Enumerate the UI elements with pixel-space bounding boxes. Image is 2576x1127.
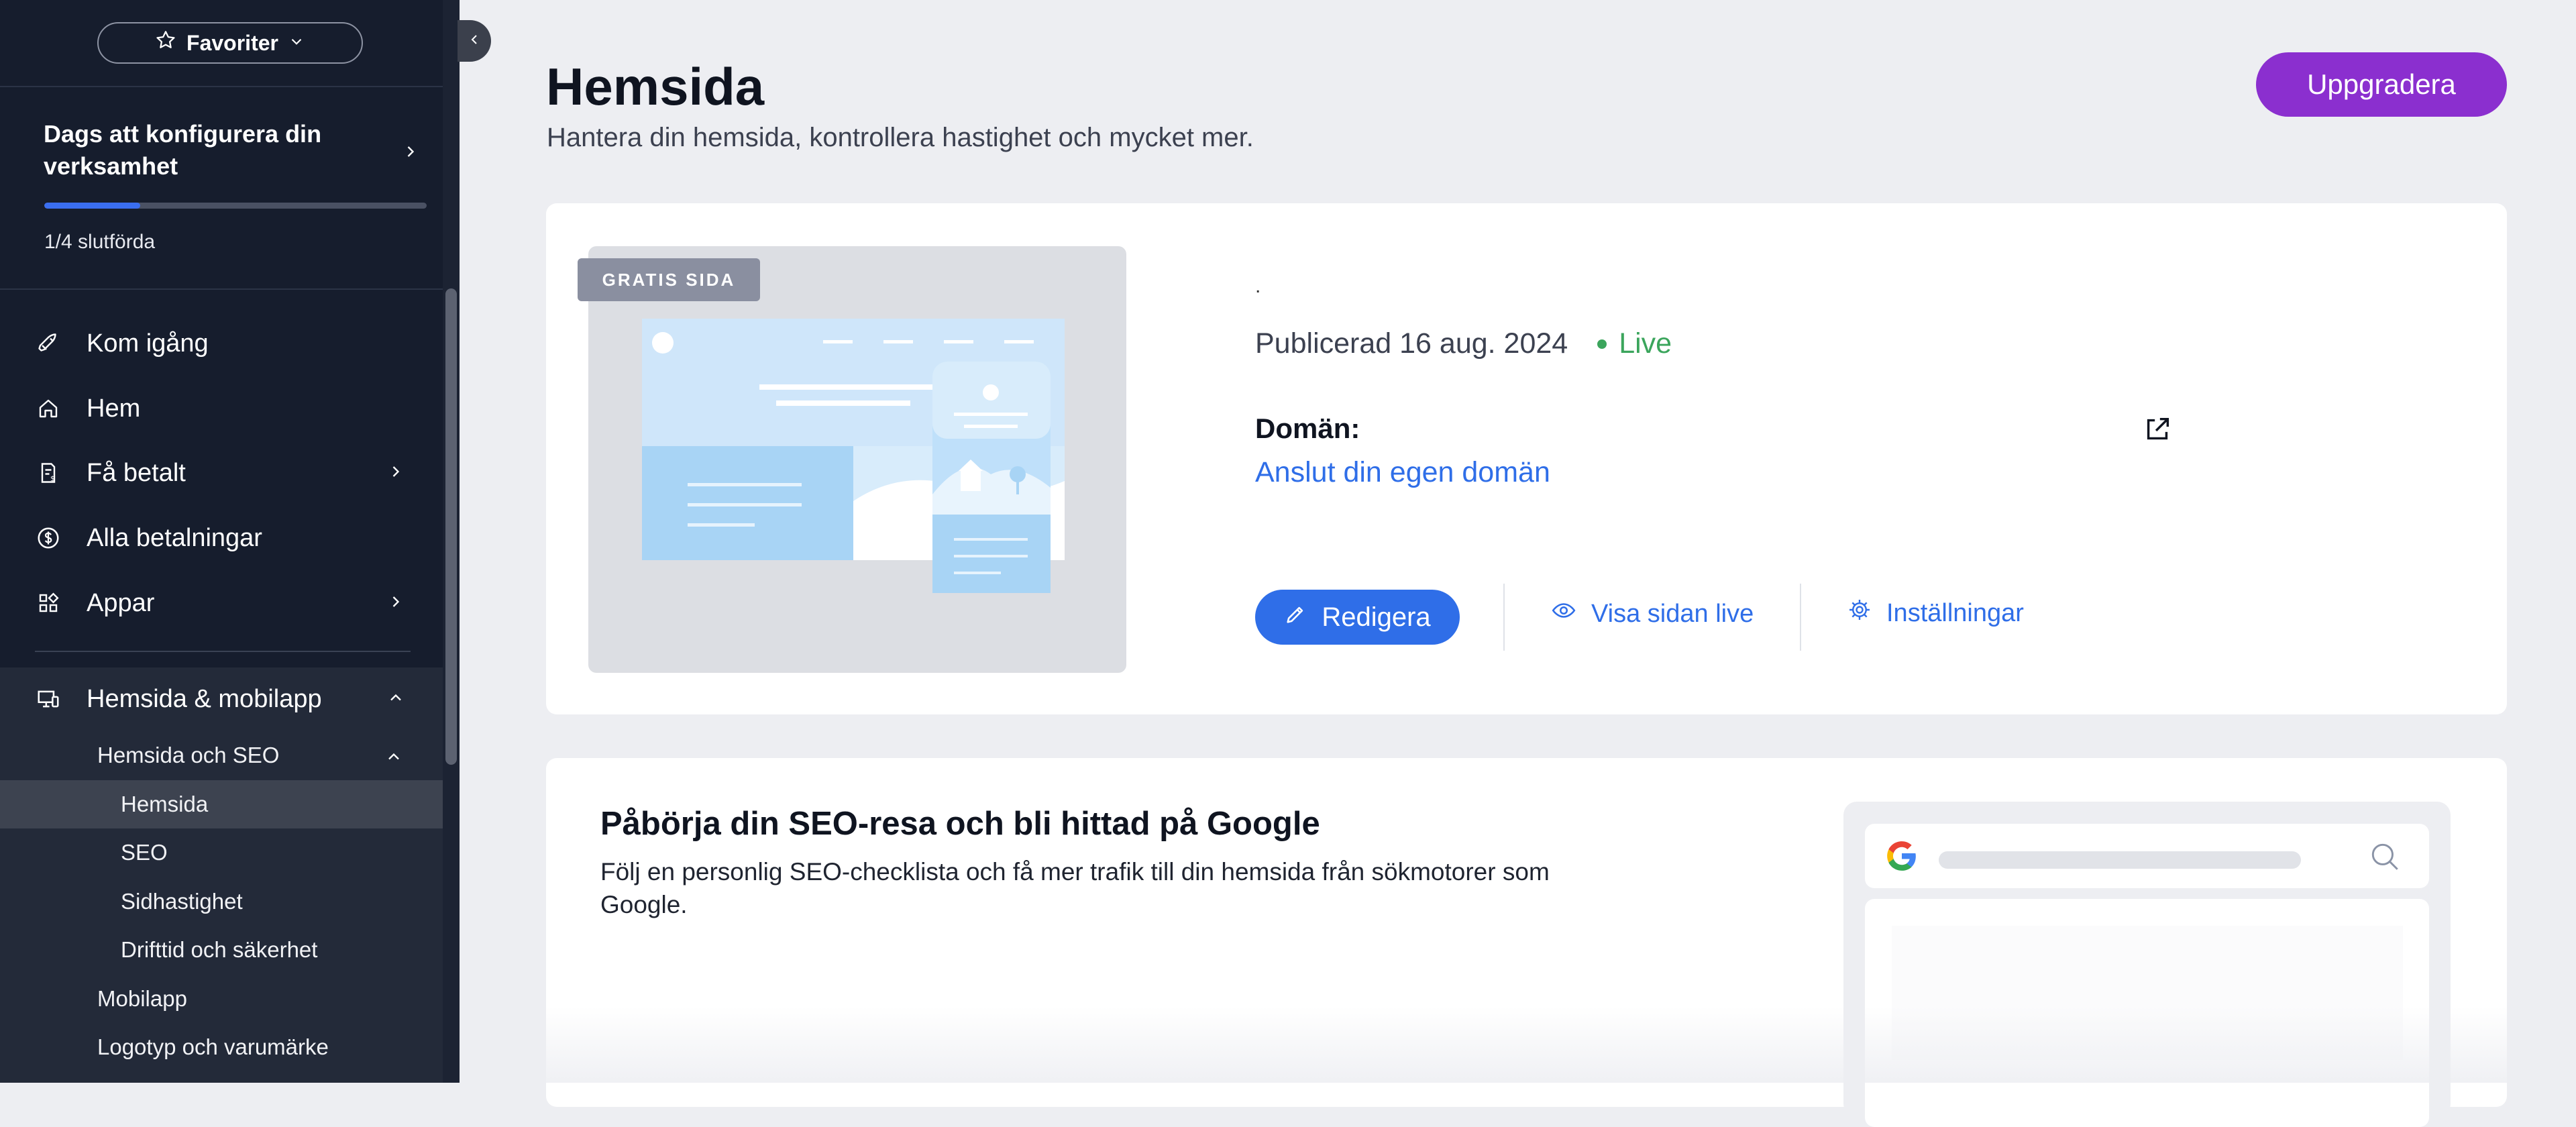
page-title: Hemsida: [546, 57, 765, 116]
sidebar-item-label: Appar: [87, 588, 155, 617]
action-divider: [1503, 584, 1505, 651]
sidebar-scrollbar-thumb[interactable]: [445, 288, 457, 765]
upgrade-button[interactable]: Uppgradera: [2256, 52, 2507, 117]
sidebar-item-hem[interactable]: Hem: [0, 376, 443, 441]
home-icon: [35, 395, 62, 422]
settings-label: Inställningar: [1886, 598, 2024, 627]
site-illustration: [642, 319, 1065, 593]
gear-icon: [1847, 598, 1872, 629]
setup-progress-panel[interactable]: Dags att konfigurera din verksamhet 1/4 …: [0, 89, 460, 290]
invoice-icon: $: [35, 460, 62, 486]
sidebar-item-label: Drifttid och säkerhet: [121, 937, 318, 962]
favorites-bar: Favoriter: [0, 0, 460, 87]
sidebar: Favoriter Dags att konfigurera din verks…: [0, 0, 460, 1083]
site-card: GRATIS SIDA . Publicerad 16 aug. 2024 Li…: [546, 203, 2507, 714]
site-name: .: [1255, 275, 1261, 297]
rocket-icon: [35, 330, 62, 357]
edit-label: Redigera: [1322, 602, 1431, 632]
mock-search-placeholder-bar: [1939, 851, 2301, 869]
published-date: Publicerad 16 aug. 2024: [1255, 327, 1568, 360]
sidebar-item-label: Hem: [87, 394, 141, 423]
favorites-label: Favoriter: [186, 30, 278, 55]
sidebar-item-label: Få betalt: [87, 458, 186, 487]
setup-progress-bar: [44, 203, 427, 209]
seo-description: Följ en personlig SEO-checklista och få …: [600, 858, 1550, 918]
chevron-down-icon: [288, 31, 305, 56]
chevron-right-icon: [386, 462, 405, 484]
setup-count: 1/4 slutförda: [44, 231, 156, 253]
publish-status: Publicerad 16 aug. 2024 Live: [1255, 327, 1672, 360]
mock-search-bar: [1865, 824, 2429, 888]
sidebar-item-label: Alla betalningar: [87, 523, 262, 552]
action-divider: [1800, 584, 1801, 651]
site-preview-thumbnail[interactable]: [588, 246, 1126, 673]
sidebar-item-appar[interactable]: Appar: [0, 571, 443, 635]
setup-title: Dags att konfigurera din verksamhet: [44, 120, 322, 180]
page-subtitle: Hantera din hemsida, kontrollera hastigh…: [547, 123, 1254, 152]
chevron-up-icon: [386, 688, 405, 710]
sidebar-item-sidhastighet[interactable]: Sidhastighet: [0, 877, 443, 926]
sidebar-item-drifttid[interactable]: Drifttid och säkerhet: [0, 926, 443, 974]
eye-icon: [1551, 598, 1576, 630]
sidebar-item-label: Hemsida & mobilapp: [87, 684, 322, 713]
sidebar-divider: [35, 651, 411, 652]
sidebar-item-label: Logotyp och varumärke: [97, 1034, 329, 1059]
view-live-label: Visa sidan live: [1591, 599, 1754, 628]
edit-site-button[interactable]: Redigera: [1255, 590, 1460, 645]
sidebar-item-hemsida[interactable]: Hemsida: [0, 780, 443, 828]
sidebar-item-label: Mobilapp: [97, 986, 187, 1011]
view-live-link[interactable]: Visa sidan live: [1551, 598, 1754, 630]
domain-label: Domän:: [1255, 413, 1360, 444]
settings-link[interactable]: Inställningar: [1847, 598, 2024, 629]
devices-icon: [35, 686, 62, 712]
external-link-icon[interactable]: [2142, 414, 2173, 448]
dollar-circle-icon: [35, 525, 62, 551]
apps-icon: [35, 590, 62, 616]
sidebar-item-label: SEO: [121, 840, 168, 865]
sidebar-subsection-label: Hemsida och SEO: [97, 743, 280, 767]
pencil-icon: [1284, 602, 1307, 633]
live-status-dot: [1597, 339, 1607, 349]
bottom-fade-overlay: [460, 1006, 2576, 1083]
free-site-badge: GRATIS SIDA: [578, 258, 760, 301]
live-status-label: Live: [1619, 327, 1672, 360]
sidebar-item-label: Hemsida: [121, 792, 209, 816]
search-icon: [2368, 840, 2402, 877]
google-logo-icon: [1885, 839, 1919, 876]
sidebar-item-label: Sidhastighet: [121, 889, 243, 914]
sidebar-subsection-hemsida-och-seo[interactable]: Hemsida och SEO: [0, 731, 443, 780]
sidebar-item-alla-betalningar[interactable]: Alla betalningar: [0, 506, 443, 570]
setup-progress-fill: [44, 203, 140, 209]
star-icon: [154, 29, 177, 57]
chevron-right-icon: [401, 142, 420, 164]
chevron-right-icon: [386, 592, 405, 614]
sidebar-item-fa-betalt[interactable]: $ Få betalt: [0, 441, 443, 505]
chevron-up-icon: [384, 746, 403, 771]
sidebar-item-hemsida-mobilapp[interactable]: Hemsida & mobilapp: [0, 667, 443, 731]
sidebar-item-mobilapp[interactable]: Mobilapp: [0, 975, 443, 1023]
main-content: Hemsida Hantera din hemsida, kontrollera…: [460, 0, 2576, 1127]
sidebar-item-logotyp[interactable]: Logotyp och varumärke: [0, 1023, 443, 1071]
connect-domain-link[interactable]: Anslut din egen domän: [1255, 456, 1550, 489]
sidebar-item-label: Kom igång: [87, 329, 209, 358]
svg-text:$: $: [50, 475, 55, 483]
sidebar-item-kom-igang[interactable]: Kom igång: [0, 311, 443, 376]
favorites-button[interactable]: Favoriter: [97, 22, 363, 64]
sidebar-item-seo[interactable]: SEO: [0, 828, 443, 877]
seo-title: Påbörja din SEO-resa och bli hittad på G…: [600, 806, 1320, 842]
